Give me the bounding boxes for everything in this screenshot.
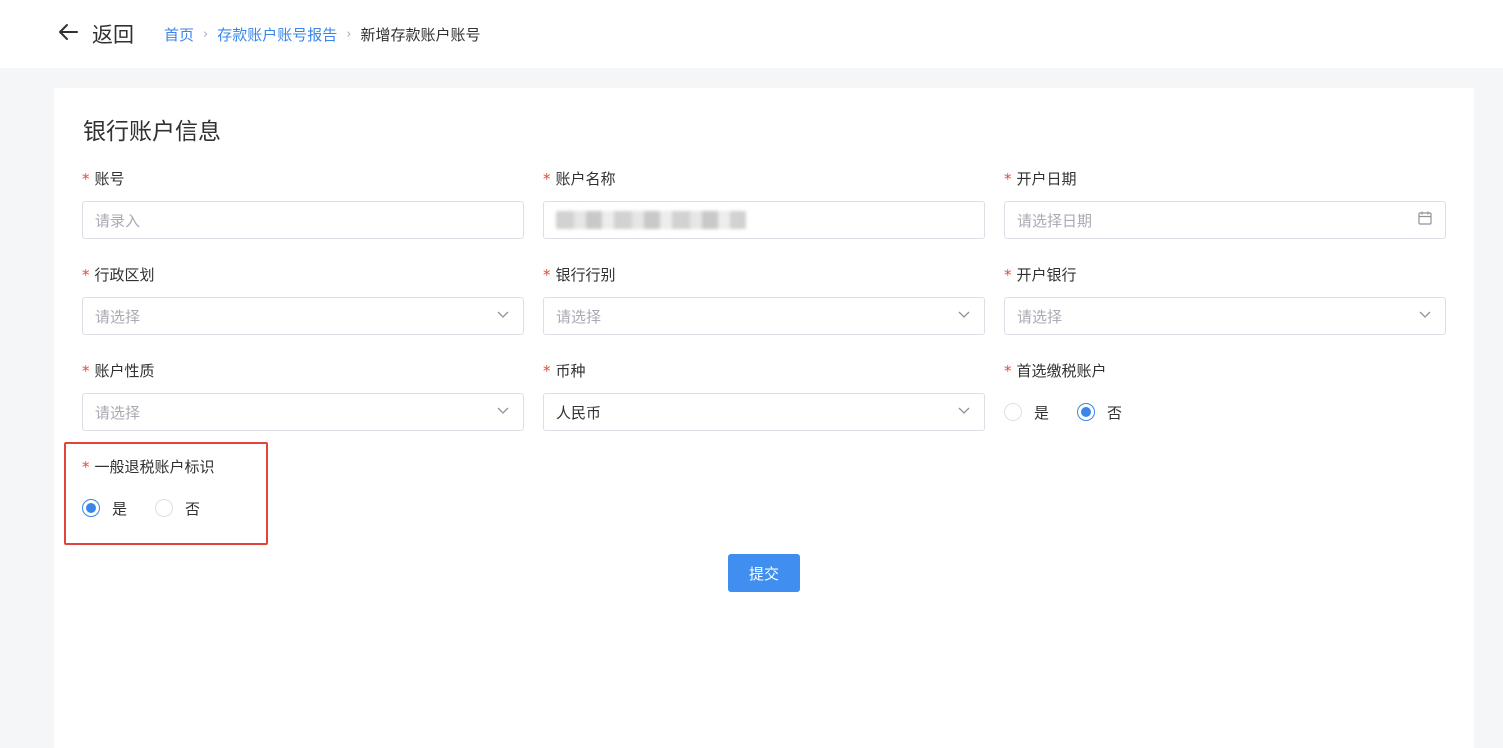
radio-label: 否	[185, 499, 201, 518]
radio-label: 是	[112, 499, 128, 518]
field-refund-tax-flag: * 一般退税账户标识 是 否	[82, 456, 272, 527]
required-mark: *	[1004, 362, 1012, 380]
field-label: * 币种	[543, 362, 586, 380]
required-mark: *	[82, 458, 90, 476]
breadcrumb-current: 新增存款账户账号	[360, 25, 481, 44]
chevron-right-icon: ›	[346, 26, 352, 42]
top-bar: 返回 首页 › 存款账户账号报告 › 新增存款账户账号	[0, 0, 1503, 68]
region-select[interactable]: 请选择	[82, 297, 524, 335]
chevron-down-icon	[956, 306, 972, 326]
refund-tax-radio-group: 是 否	[82, 489, 272, 527]
radio-circle	[1004, 403, 1022, 421]
account-no-input[interactable]: 请录入	[82, 201, 524, 239]
field-account-name: * 账户名称	[543, 168, 985, 239]
radio-label: 否	[1107, 403, 1123, 422]
refund-tax-yes-radio[interactable]: 是	[82, 498, 127, 519]
required-mark: *	[543, 362, 551, 380]
breadcrumb-deposit-report[interactable]: 存款账户账号报告	[217, 24, 337, 45]
preferred-tax-radio-group: 是 否	[1004, 393, 1446, 431]
account-nature-placeholder: 请选择	[95, 403, 141, 422]
field-label: * 行政区划	[82, 266, 155, 284]
field-label: * 银行行别	[543, 266, 616, 284]
field-open-bank: * 开户银行 请选择	[1004, 264, 1446, 335]
radio-circle	[155, 499, 174, 517]
chevron-down-icon	[495, 306, 511, 326]
radio-label: 是	[1034, 403, 1050, 422]
form-card: 银行账户信息 * 账号 请录入 * 账户名称 * 开户日期 请选择日期 * 行政区划 请…	[54, 88, 1474, 748]
field-label: * 首选缴税账户	[1004, 362, 1107, 380]
field-label: * 开户银行	[1004, 266, 1077, 284]
account-no-placeholder: 请录入	[95, 211, 141, 230]
back-label: 返回	[92, 23, 134, 47]
field-bank-type: * 银行行别 请选择	[543, 264, 985, 335]
field-label: * 账户性质	[82, 362, 155, 380]
chevron-right-icon: ›	[203, 26, 209, 42]
field-label: * 账户名称	[543, 170, 616, 188]
arrow-left-icon	[56, 20, 80, 48]
open-bank-placeholder: 请选择	[1017, 307, 1063, 326]
field-label: * 账号	[82, 170, 125, 188]
field-preferred-tax-account: * 首选缴税账户 是 否	[1004, 360, 1446, 431]
field-label: * 一般退税账户标识	[82, 458, 215, 476]
required-mark: *	[1004, 266, 1012, 284]
required-mark: *	[543, 170, 551, 188]
preferred-tax-yes-radio[interactable]: 是	[1004, 402, 1049, 423]
breadcrumb-home[interactable]: 首页	[164, 24, 194, 45]
radio-circle-checked	[82, 499, 100, 517]
required-mark: *	[543, 266, 551, 284]
field-currency: * 币种 人民币	[543, 360, 985, 431]
currency-value: 人民币	[556, 403, 602, 422]
chevron-down-icon	[1417, 306, 1433, 326]
field-account-no: * 账号 请录入	[82, 168, 524, 239]
radio-circle-checked	[1077, 403, 1096, 421]
open-date-picker[interactable]: 请选择日期	[1004, 201, 1446, 239]
required-mark: *	[82, 362, 90, 380]
required-mark: *	[82, 266, 90, 284]
required-mark: *	[82, 170, 90, 188]
preferred-tax-no-radio[interactable]: 否	[1077, 402, 1122, 423]
back-button[interactable]: 返回	[56, 18, 134, 50]
open-date-placeholder: 请选择日期	[1017, 211, 1093, 230]
field-label: * 开户日期	[1004, 170, 1077, 188]
currency-select[interactable]: 人民币	[543, 393, 985, 431]
account-nature-select[interactable]: 请选择	[82, 393, 524, 431]
required-mark: *	[1004, 170, 1012, 188]
bank-type-placeholder: 请选择	[556, 307, 602, 326]
submit-button[interactable]: 提交	[728, 554, 800, 592]
field-open-date: * 开户日期 请选择日期	[1004, 168, 1446, 239]
bank-type-select[interactable]: 请选择	[543, 297, 985, 335]
refund-tax-no-radio[interactable]: 否	[155, 498, 200, 519]
chevron-down-icon	[495, 402, 511, 422]
open-bank-select[interactable]: 请选择	[1004, 297, 1446, 335]
section-title: 银行账户信息	[83, 119, 221, 145]
calendar-icon	[1417, 210, 1433, 230]
chevron-down-icon	[956, 402, 972, 422]
redacted-value	[556, 211, 746, 229]
region-placeholder: 请选择	[95, 307, 141, 326]
field-account-nature: * 账户性质 请选择	[82, 360, 524, 431]
account-name-input[interactable]	[543, 201, 985, 239]
field-region: * 行政区划 请选择	[82, 264, 524, 335]
breadcrumb: 首页 › 存款账户账号报告 › 新增存款账户账号	[164, 22, 480, 46]
